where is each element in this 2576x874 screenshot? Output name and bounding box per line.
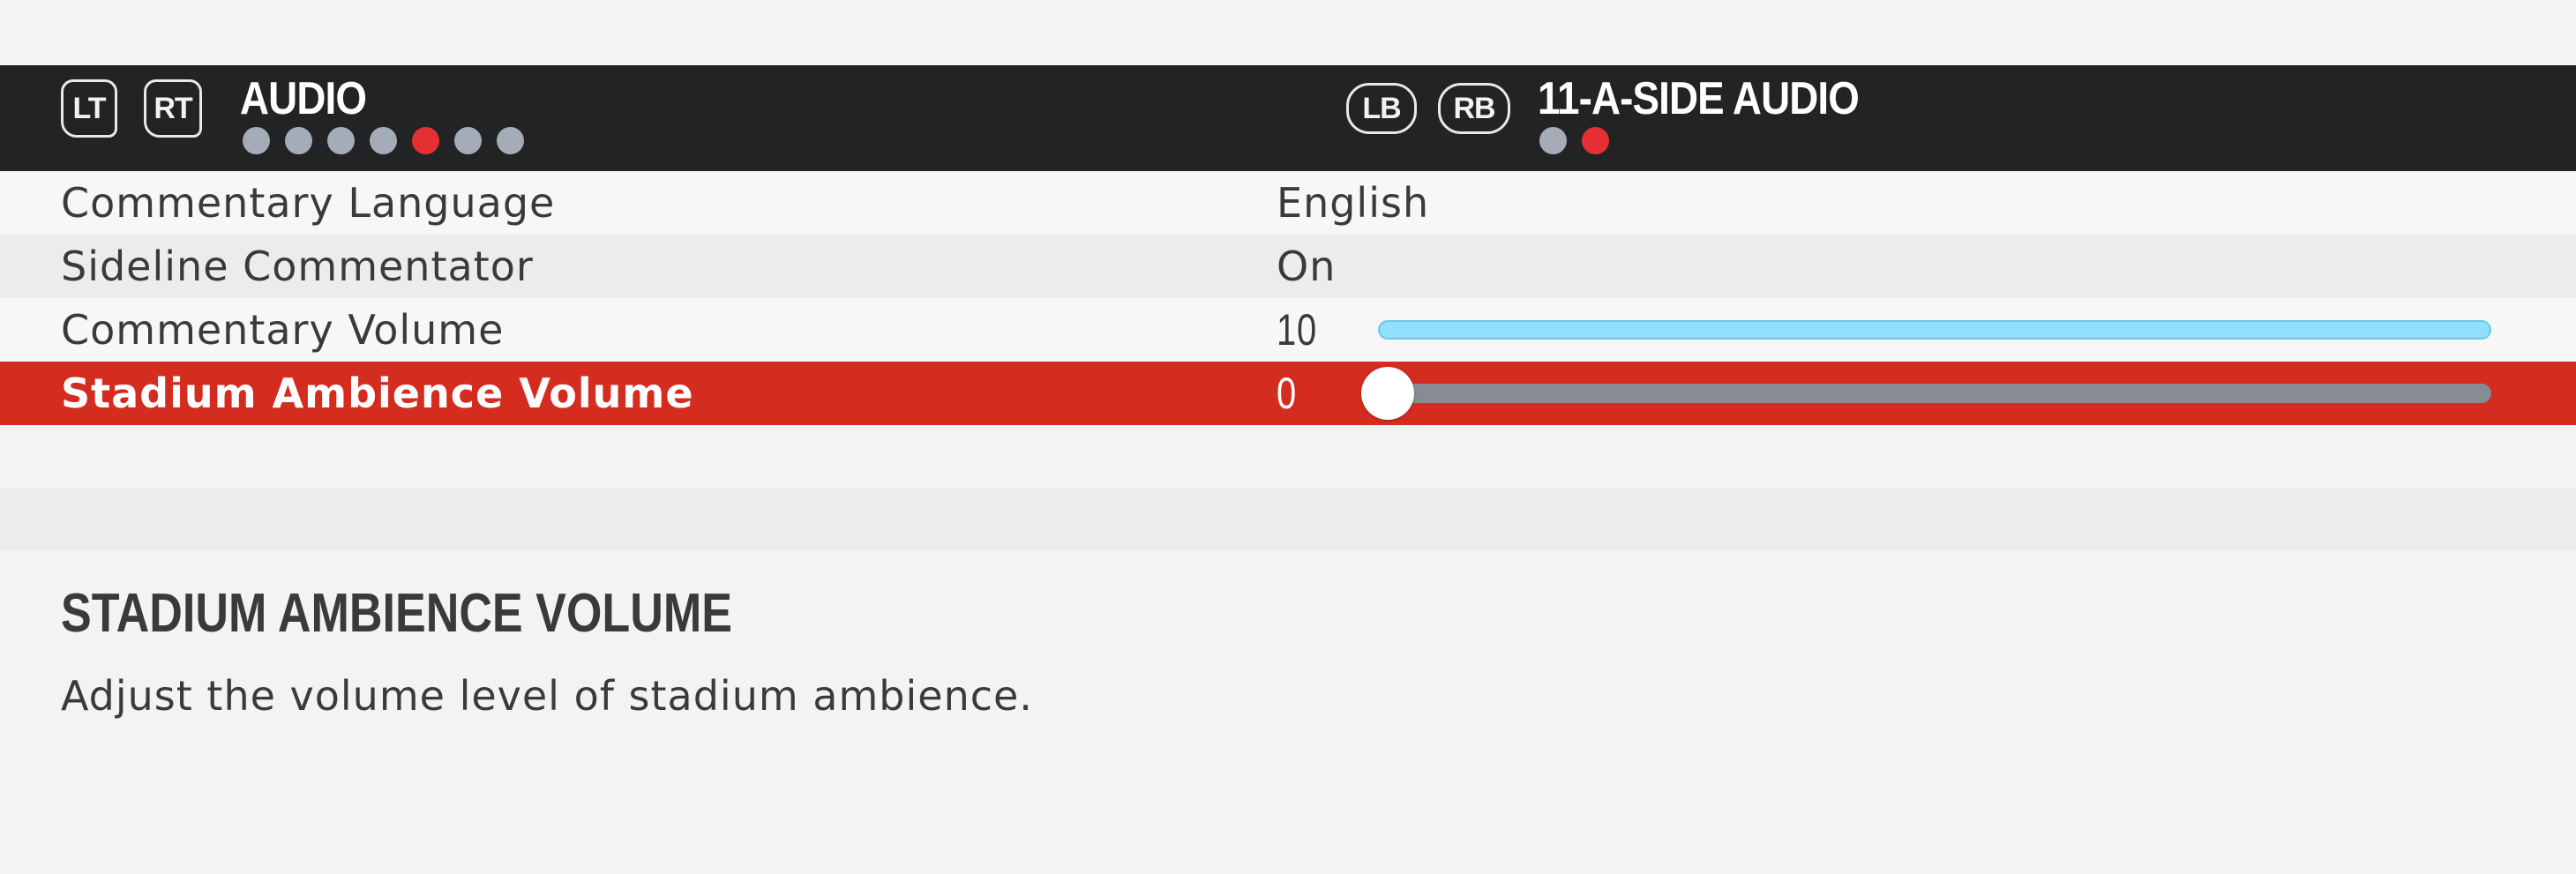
stadium-ambience-volume-slider[interactable] bbox=[1378, 384, 2491, 403]
setting-row-commentary-language[interactable]: Commentary Language English bbox=[0, 171, 2576, 235]
audio-tab-title: AUDIO bbox=[240, 73, 367, 124]
setting-label: Stadium Ambience Volume bbox=[61, 370, 694, 417]
setting-label: Commentary Language bbox=[61, 179, 556, 227]
page-dot bbox=[327, 127, 355, 154]
lt-button-icon[interactable]: LT bbox=[61, 79, 117, 138]
setting-value: On bbox=[1277, 243, 1337, 290]
page-dot-active bbox=[412, 127, 439, 154]
setting-value: 0 bbox=[1277, 369, 1298, 418]
subpage-indicator bbox=[1539, 127, 1609, 154]
eleven-a-side-audio-tab-title: 11-A-SIDE AUDIO bbox=[1538, 73, 1860, 124]
setting-label: Sideline Commentator bbox=[61, 243, 534, 290]
header-bar: LT RT AUDIO LB RB 11-A-SIDE AUDIO bbox=[0, 65, 2576, 171]
setting-label: Commentary Volume bbox=[61, 306, 505, 354]
page-dot bbox=[1539, 127, 1567, 154]
setting-value: 10 bbox=[1277, 305, 1318, 355]
setting-value: English bbox=[1277, 179, 1430, 227]
page-dot bbox=[370, 127, 397, 154]
description-title: STADIUM AMBIENCE VOLUME bbox=[61, 583, 732, 644]
audio-page-indicator bbox=[243, 127, 524, 154]
page-dot bbox=[285, 127, 312, 154]
commentary-volume-slider[interactable] bbox=[1378, 320, 2491, 340]
description-text: Adjust the volume level of stadium ambie… bbox=[61, 672, 1033, 720]
page-dot-active bbox=[1582, 127, 1609, 154]
page-dot bbox=[243, 127, 270, 154]
page-dot bbox=[497, 127, 524, 154]
rb-button-icon[interactable]: RB bbox=[1438, 83, 1510, 134]
empty-row bbox=[0, 489, 2576, 550]
page-dot bbox=[454, 127, 482, 154]
slider-handle[interactable] bbox=[1361, 367, 1414, 420]
setting-row-sideline-commentator[interactable]: Sideline Commentator On bbox=[0, 235, 2576, 298]
rt-button-icon[interactable]: RT bbox=[144, 79, 202, 138]
lb-button-icon[interactable]: LB bbox=[1346, 83, 1417, 134]
setting-row-commentary-volume[interactable]: Commentary Volume 10 bbox=[0, 298, 2576, 362]
setting-row-stadium-ambience-volume[interactable]: Stadium Ambience Volume 0 bbox=[0, 362, 2576, 425]
